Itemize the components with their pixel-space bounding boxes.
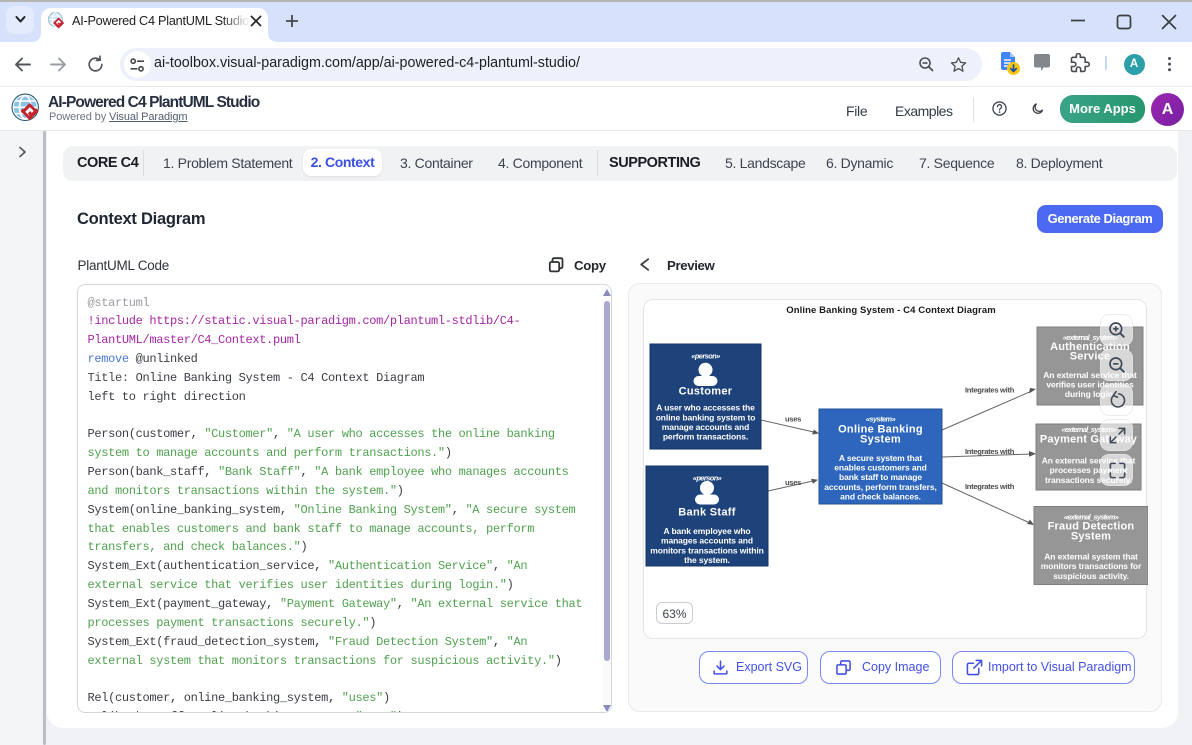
svg-text:Bank Staff: Bank Staff [678,507,735,519]
svg-text:Customer: Customer [679,386,733,398]
svg-text:uses: uses [785,478,801,487]
svg-text:«system»: «system» [866,415,896,424]
svg-text:manage accounts and: manage accounts and [662,422,749,432]
svg-text:A user who accesses the: A user who accesses the [656,403,755,413]
svg-text:and check balances.: and check balances. [840,491,921,501]
svg-text:online banking system to: online banking system to [656,412,756,422]
svg-text:accounts, perform transfers,: accounts, perform transfers, [824,482,936,492]
svg-text:An external system that: An external system that [1044,552,1138,562]
svg-text:the system.: the system. [684,555,730,565]
svg-text:bank staff to manage: bank staff to manage [839,472,922,482]
svg-text:System: System [860,434,901,446]
svg-text:A secure system that: A secure system that [839,453,922,463]
svg-text:suspicious activity.: suspicious activity. [1053,571,1129,581]
svg-text:A bank employee who: A bank employee who [663,526,750,536]
svg-text:Integrates with: Integrates with [965,386,1015,395]
svg-text:Online Banking System - C4 Con: Online Banking System - C4 Context Diagr… [786,305,996,316]
svg-text:«person»: «person» [691,352,720,361]
svg-text:Integrates with: Integrates with [965,482,1015,491]
svg-text:uses: uses [785,415,801,424]
svg-text:Integrates with: Integrates with [965,447,1015,456]
svg-text:monitors transactions within: monitors transactions within [650,545,763,555]
svg-text:perform transactions.: perform transactions. [663,432,748,442]
svg-text:manages accounts and: manages accounts and [661,536,753,546]
svg-text:System: System [1071,531,1111,543]
svg-text:enables customers and: enables customers and [834,463,926,473]
svg-text:monitors transactions for: monitors transactions for [1041,561,1142,571]
